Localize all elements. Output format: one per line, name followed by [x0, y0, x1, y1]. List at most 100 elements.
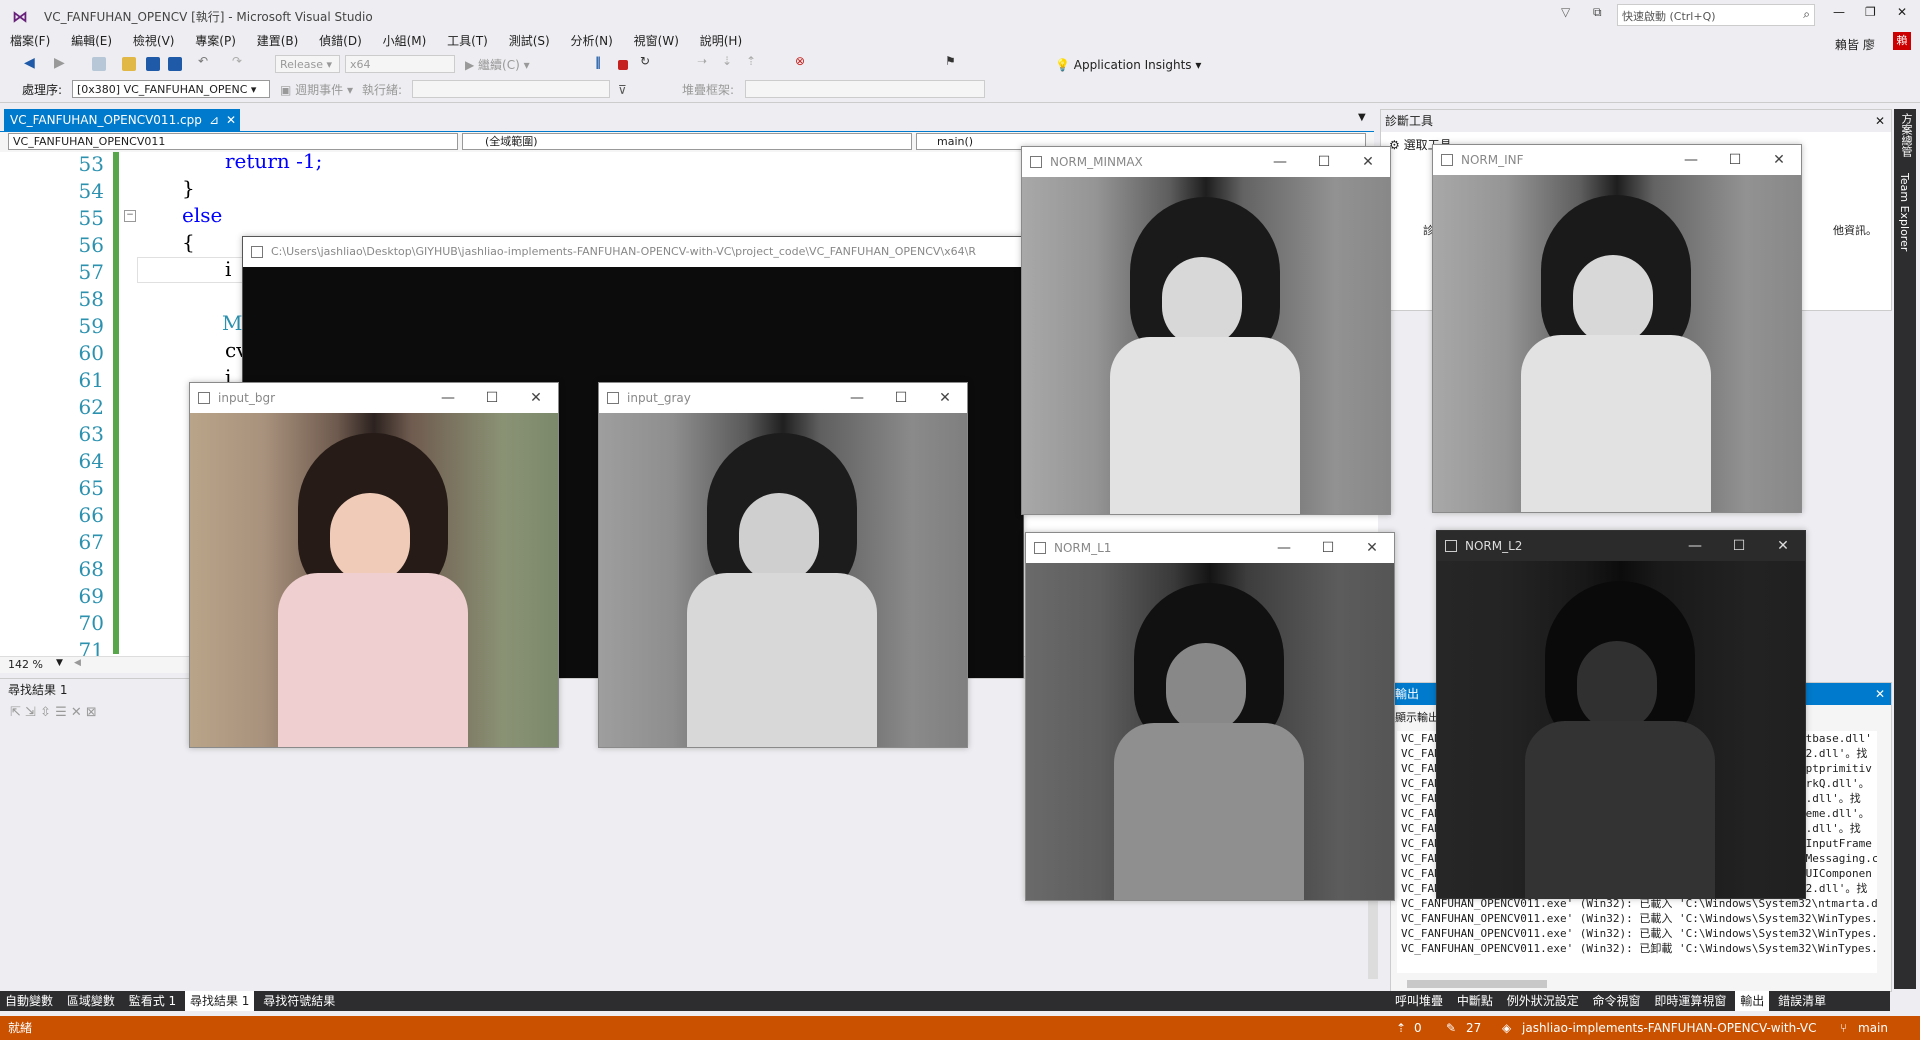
tab-autos[interactable]: 自動變數	[0, 991, 58, 1011]
side-tab-solution-explorer[interactable]: 方案總管	[1898, 113, 1914, 157]
application-insights-button[interactable]: 💡 Application Insights ▾	[1055, 55, 1201, 75]
zoom-dropdown-icon[interactable]: ▼	[56, 658, 63, 668]
tab-output[interactable]: 輸出	[1735, 991, 1770, 1011]
tab-exception-settings[interactable]: 例外狀況設定	[1502, 991, 1584, 1011]
pause-icon[interactable]: ‖	[595, 55, 609, 69]
maximize-button[interactable]: ☐	[1306, 533, 1350, 563]
repo-name[interactable]: jashliao-implements-FANFUHAN-OPENCV-with…	[1522, 1016, 1816, 1040]
tab-find-symbol-results[interactable]: 尋找符號結果	[258, 991, 340, 1011]
maximize-button[interactable]: ☐	[1302, 147, 1346, 177]
cv-window-input-gray[interactable]: input_gray — ☐ ✕	[598, 382, 968, 748]
minimize-button[interactable]: —	[1833, 5, 1845, 19]
menu-team[interactable]: 小組(M)	[383, 30, 427, 52]
tab-watch[interactable]: 監看式 1	[124, 991, 181, 1011]
menu-edit[interactable]: 編輯(E)	[71, 30, 112, 52]
close-button[interactable]: ✕	[923, 383, 967, 413]
minimize-button[interactable]: —	[835, 383, 879, 413]
process-select[interactable]: [0x380] VC_FANFUHAN_OPENC ▾	[72, 80, 270, 98]
menu-window[interactable]: 視窗(W)	[634, 30, 679, 52]
user-avatar[interactable]: 賴	[1893, 32, 1911, 50]
menu-debug[interactable]: 偵錯(D)	[319, 30, 362, 52]
cv-window-input-bgr[interactable]: input_bgr — ☐ ✕	[189, 382, 559, 748]
menu-build[interactable]: 建置(B)	[257, 30, 299, 52]
save-icon[interactable]	[146, 57, 160, 71]
feedback-icon[interactable]: ⧉	[1593, 5, 1602, 20]
tab-locals[interactable]: 區域變數	[62, 991, 120, 1011]
close-button[interactable]: ✕	[1757, 145, 1801, 175]
minimize-button[interactable]: —	[1669, 145, 1713, 175]
tab-breakpoints[interactable]: 中斷點	[1452, 991, 1498, 1011]
tab-overflow-icon[interactable]: ▼	[1358, 112, 1366, 123]
open-file-icon[interactable]	[122, 57, 136, 71]
menu-view[interactable]: 檢視(V)	[133, 30, 175, 52]
back-icon[interactable]: ◀	[24, 55, 38, 71]
publish-icon[interactable]: ⇡	[1396, 1016, 1406, 1040]
menu-help[interactable]: 說明(H)	[700, 30, 742, 52]
tab-error-list[interactable]: 錯誤清單	[1773, 991, 1831, 1011]
maximize-button[interactable]: ☐	[470, 383, 514, 413]
pin-icon[interactable]: ⊿	[209, 109, 219, 131]
forward-icon[interactable]: ▶	[54, 55, 68, 71]
maximize-button[interactable]: ☐	[879, 383, 923, 413]
pencil-icon[interactable]: ✎	[1446, 1016, 1456, 1040]
maximize-button[interactable]: ❐	[1865, 5, 1876, 19]
cv-window-norm-minmax[interactable]: NORM_MINMAX — ☐ ✕	[1021, 146, 1391, 515]
tab-command-window[interactable]: 命令視窗	[1588, 991, 1646, 1011]
undo-icon[interactable]: ↶	[198, 54, 212, 68]
scope-select[interactable]: (全域範圍)	[462, 133, 912, 150]
tab-find-results[interactable]: 尋找結果 1	[184, 991, 255, 1011]
side-tab-team-explorer[interactable]: Team Explorer	[1898, 173, 1911, 251]
breakpoint-icon[interactable]: ⊗	[795, 54, 809, 68]
tab-immediate-window[interactable]: 即時運算視窗	[1649, 991, 1731, 1011]
output-scrollbar[interactable]	[1407, 980, 1547, 988]
close-button[interactable]: ✕	[514, 383, 558, 413]
stack-frame-select[interactable]	[745, 80, 985, 98]
save-all-icon[interactable]	[168, 57, 182, 71]
output-close-icon[interactable]: ✕	[1875, 683, 1885, 705]
panel-close-icon[interactable]: ✕	[1875, 110, 1885, 132]
menu-file[interactable]: 檔案(F)	[10, 30, 50, 52]
quick-launch-input[interactable]: 快速啟動 (Ctrl+Q) ⌕	[1617, 4, 1815, 26]
collapse-toggle-icon[interactable]: −	[124, 210, 136, 222]
thread-select[interactable]	[412, 80, 610, 98]
configuration-select[interactable]: Release ▾	[275, 55, 340, 73]
minimize-button[interactable]: —	[1673, 531, 1717, 561]
cv-window-norm-l1[interactable]: NORM_L1 — ☐ ✕	[1025, 532, 1395, 901]
scroll-left-icon[interactable]: ◀	[74, 658, 81, 668]
edit-count[interactable]: 27	[1466, 1016, 1481, 1040]
redo-icon[interactable]: ↷	[232, 54, 246, 68]
step-over-icon[interactable]: ➝	[697, 54, 711, 68]
filter-icon[interactable]: ⊽	[618, 80, 627, 100]
menu-project[interactable]: 專案(P)	[195, 30, 236, 52]
menu-test[interactable]: 測試(S)	[509, 30, 550, 52]
branch-icon[interactable]: ⑂	[1840, 1016, 1847, 1040]
bookmark-icon[interactable]: ⚑	[945, 54, 959, 68]
doc-tab-close-icon[interactable]: ✕	[226, 109, 236, 131]
maximize-button[interactable]: ☐	[1717, 531, 1761, 561]
repo-icon[interactable]: ◈	[1502, 1016, 1511, 1040]
branch-name[interactable]: main	[1858, 1016, 1888, 1040]
project-select[interactable]: VC_FANFUHAN_OPENCV011	[8, 133, 458, 150]
minimize-button[interactable]: —	[1262, 533, 1306, 563]
cv-window-norm-l2[interactable]: NORM_L2 — ☐ ✕	[1436, 530, 1806, 899]
zoom-level[interactable]: 142 %	[8, 658, 43, 671]
close-button[interactable]: ✕	[1761, 531, 1805, 561]
menu-tools[interactable]: 工具(T)	[447, 30, 488, 52]
maximize-button[interactable]: ☐	[1713, 145, 1757, 175]
cv-window-norm-inf[interactable]: NORM_INF — ☐ ✕	[1432, 144, 1802, 513]
tab-call-stack[interactable]: 呼叫堆疊	[1390, 991, 1448, 1011]
continue-button[interactable]: ▶ 繼續(C) ▾	[465, 55, 530, 75]
step-into-icon[interactable]: ⇣	[722, 54, 736, 68]
up-count[interactable]: 0	[1414, 1016, 1422, 1040]
close-button[interactable]: ✕	[1350, 533, 1394, 563]
new-project-icon[interactable]	[92, 57, 106, 71]
platform-select[interactable]: x64	[345, 55, 455, 73]
step-out-icon[interactable]: ⇡	[746, 54, 760, 68]
stop-icon[interactable]	[618, 60, 628, 70]
lifecycle-events-button[interactable]: ▣ 週期事件 ▾	[280, 80, 353, 100]
notification-icon[interactable]: ▽	[1561, 5, 1570, 19]
minimize-button[interactable]: —	[426, 383, 470, 413]
doc-tab-active[interactable]: VC_FANFUHAN_OPENCV011.cpp ⊿ ✕	[4, 109, 240, 131]
close-button[interactable]: ✕	[1346, 147, 1390, 177]
minimize-button[interactable]: —	[1258, 147, 1302, 177]
